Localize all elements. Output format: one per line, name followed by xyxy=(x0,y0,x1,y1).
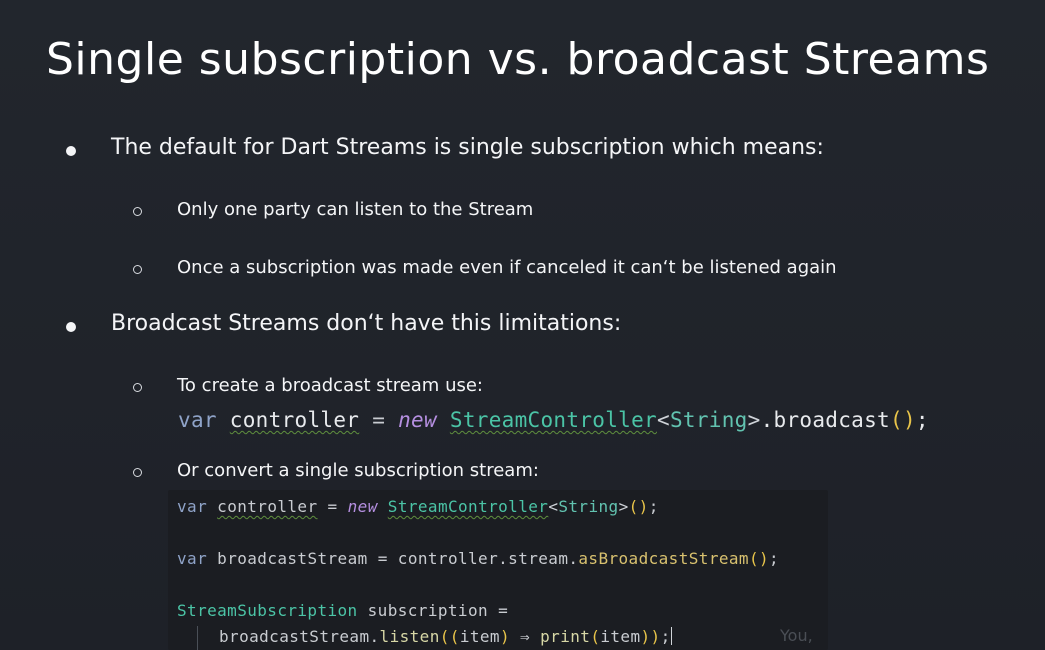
code-identifier: subscription xyxy=(367,601,489,620)
code-keyword: var xyxy=(178,408,217,432)
code-method: listen xyxy=(379,627,440,646)
code-type: StreamSubscription xyxy=(177,601,358,620)
sub-bullet-text: Or convert a single subscription stream: xyxy=(177,460,539,481)
code-identifier: controller xyxy=(217,497,318,516)
code-punctuation: < xyxy=(656,408,670,432)
code-arrow: ⇒ xyxy=(520,627,531,646)
code-keyword: var xyxy=(177,497,208,516)
code-semicolon: ; xyxy=(648,497,659,516)
code-type: String xyxy=(669,408,748,432)
code-function-call: print xyxy=(540,627,591,646)
bullet-text: Broadcast Streams don‘t have this limita… xyxy=(111,311,622,336)
slide-title: Single subscription vs. broadcast Stream… xyxy=(46,34,990,85)
sub-bullet-text: Once a subscription was made even if can… xyxy=(177,257,837,278)
bullet-dot xyxy=(66,322,76,332)
code-punctuation: < xyxy=(548,497,559,516)
code-type: StreamController xyxy=(387,497,549,516)
code-member-chain: controller.stream. xyxy=(397,549,579,568)
code-line: broadcastStream.listen((item) ⇒ print(it… xyxy=(219,627,672,646)
code-semicolon: ; xyxy=(769,549,780,568)
code-parens: ) xyxy=(499,627,510,646)
sub-bullet-text: To create a broadcast stream use: xyxy=(177,375,483,396)
code-punctuation: > xyxy=(747,408,761,432)
sub-bullet-ring xyxy=(133,265,142,274)
sub-bullet-text: Only one party can listen to the Stream xyxy=(177,199,534,220)
bullet-dot xyxy=(66,146,76,156)
text-cursor xyxy=(670,627,672,645)
code-member-chain: broadcastStream. xyxy=(219,627,380,646)
code-operator: = xyxy=(498,601,509,620)
code-identifier: broadcastStream xyxy=(217,549,368,568)
code-parens: () xyxy=(890,408,916,432)
code-semicolon: ; xyxy=(660,627,671,646)
code-punctuation: > xyxy=(618,497,629,516)
code-keyword-new: new xyxy=(398,408,437,432)
git-blame-ghost-text: You, xyxy=(780,626,813,645)
code-method: .broadcast xyxy=(760,408,890,432)
bullet-text: The default for Dart Streams is single s… xyxy=(111,135,824,160)
code-parens: () xyxy=(628,497,649,516)
indent-guide xyxy=(197,626,198,650)
code-parens: )) xyxy=(640,627,661,646)
slide: Single subscription vs. broadcast Stream… xyxy=(0,0,1045,650)
code-operator: = xyxy=(372,408,386,432)
code-parens: (( xyxy=(439,627,460,646)
code-line: var controller = new StreamController<St… xyxy=(177,497,659,516)
code-line: StreamSubscription subscription = xyxy=(177,601,508,620)
code-keyword-new: new xyxy=(347,497,378,516)
code-parens: ( xyxy=(590,627,601,646)
code-line-broadcast: var controller = new StreamController<St… xyxy=(178,408,929,432)
code-keyword: var xyxy=(177,549,208,568)
code-line: var broadcastStream = controller.stream.… xyxy=(177,549,779,568)
code-parens: () xyxy=(748,549,770,568)
code-type: StreamController xyxy=(449,408,657,432)
code-operator: = xyxy=(327,497,338,516)
code-type: String xyxy=(558,497,619,516)
code-semicolon: ; xyxy=(915,408,929,432)
code-method: asBroadcastStream xyxy=(578,549,749,568)
code-operator: = xyxy=(377,549,388,568)
code-parameter: item xyxy=(459,627,500,646)
code-argument: item xyxy=(600,627,641,646)
sub-bullet-ring xyxy=(133,383,142,392)
sub-bullet-ring xyxy=(133,207,142,216)
code-identifier: controller xyxy=(229,408,360,432)
sub-bullet-ring xyxy=(133,468,142,477)
